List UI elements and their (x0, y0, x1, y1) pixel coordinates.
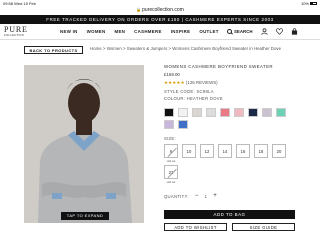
url-bar[interactable]: 🔒purecollection.com (0, 5, 320, 15)
search-button[interactable]: SEARCH (227, 28, 253, 35)
quantity-stepper: QUANTITY: − 1 + (164, 193, 217, 199)
main-nav: NEW IN WOMEN MEN CASHMERE INSPIRE OUTLET (60, 29, 219, 34)
add-to-bag-button[interactable]: ADD TO BAG (164, 210, 295, 219)
colour-swatch[interactable] (164, 108, 174, 117)
size-options-row-2: 22 (164, 165, 178, 179)
review-count: (126 REVIEWS) (185, 80, 218, 85)
size-option[interactable]: 10 (182, 144, 196, 158)
product-image[interactable]: TAP TO EXPAND (24, 65, 144, 223)
sold-out-label: sold out (166, 160, 176, 163)
size-label: SIZE: (164, 136, 176, 141)
quantity-decrease-button[interactable]: − (195, 193, 199, 199)
colour-swatch[interactable] (220, 108, 230, 117)
size-guide-button[interactable]: SIZE GUIDE (232, 223, 295, 231)
site-logo[interactable]: PURE COLLECTION (4, 25, 28, 38)
style-code: STYLE CODE: SC98LA (164, 89, 214, 94)
nav-new-in[interactable]: NEW IN (60, 29, 78, 34)
sold-out-label: sold out (166, 181, 176, 184)
colour-swatch[interactable] (178, 120, 188, 129)
site-header: PURE COLLECTION NEW IN WOMEN MEN CASHMER… (0, 24, 320, 40)
url-text[interactable]: purecollection.com (142, 7, 184, 13)
selected-colour: COLOUR: HEATHER DOVE (164, 96, 223, 101)
breadcrumb[interactable]: Home > Women > Sweaters & Jumpers > Wome… (90, 46, 300, 52)
colour-swatch[interactable] (234, 108, 244, 117)
quantity-increase-button[interactable]: + (213, 193, 217, 199)
bag-icon[interactable] (291, 28, 298, 35)
rating-stars: ★★★★★ (164, 80, 185, 85)
size-option[interactable]: 6 (164, 144, 178, 158)
lock-icon: 🔒 (136, 7, 142, 12)
size-option[interactable]: 16 (236, 144, 250, 158)
size-option[interactable]: 12 (200, 144, 214, 158)
logo-main: PURE (4, 25, 28, 34)
account-icon[interactable] (260, 28, 268, 35)
nav-outlet[interactable]: OUTLET (199, 29, 218, 34)
nav-inspire[interactable]: INSPIRE (171, 29, 191, 34)
colour-swatch[interactable] (178, 108, 188, 117)
colour-swatch[interactable] (206, 108, 216, 117)
product-rating[interactable]: ★★★★★ (126 REVIEWS) (164, 80, 299, 86)
colour-swatches (164, 108, 299, 132)
product-info: WOMENS CASHMERE BOYFRIEND SWEATER £159.0… (164, 64, 299, 101)
nav-cashmere[interactable]: CASHMERE (134, 29, 162, 34)
colour-swatch[interactable] (164, 120, 174, 129)
promo-banner: FREE TRACKED DELIVERY ON ORDERS OVER £15… (0, 15, 320, 24)
colour-swatch[interactable] (262, 108, 272, 117)
product-price: £159.00 (164, 72, 180, 77)
nav-men[interactable]: MEN (114, 29, 125, 34)
quantity-value[interactable]: 1 (205, 194, 208, 199)
back-to-products-button[interactable]: BACK TO PRODUCTS (24, 46, 83, 54)
quantity-label: QUANTITY: (164, 193, 189, 199)
nav-women[interactable]: WOMEN (87, 29, 106, 34)
logo-sub: COLLECTION (4, 34, 24, 37)
size-option[interactable]: 14 (218, 144, 232, 158)
add-to-wishlist-button[interactable]: ADD TO WISHLIST (164, 223, 227, 231)
colour-swatch[interactable] (248, 108, 258, 117)
product-title: WOMENS CASHMERE BOYFRIEND SWEATER (164, 64, 273, 69)
size-option[interactable]: 20 (272, 144, 286, 158)
colour-swatch[interactable] (192, 108, 202, 117)
header-actions: SEARCH (227, 28, 298, 35)
product-photo-illustration (24, 65, 144, 223)
wishlist-icon[interactable] (275, 28, 283, 35)
search-icon (227, 29, 232, 35)
colour-swatch[interactable] (276, 108, 286, 117)
size-option[interactable]: 18 (254, 144, 268, 158)
tap-to-expand-button[interactable]: TAP TO EXPAND (61, 212, 109, 220)
size-option[interactable]: 22 (164, 165, 178, 179)
search-label: SEARCH (234, 28, 253, 34)
size-options: 6 10 12 14 16 18 20 (164, 144, 286, 158)
